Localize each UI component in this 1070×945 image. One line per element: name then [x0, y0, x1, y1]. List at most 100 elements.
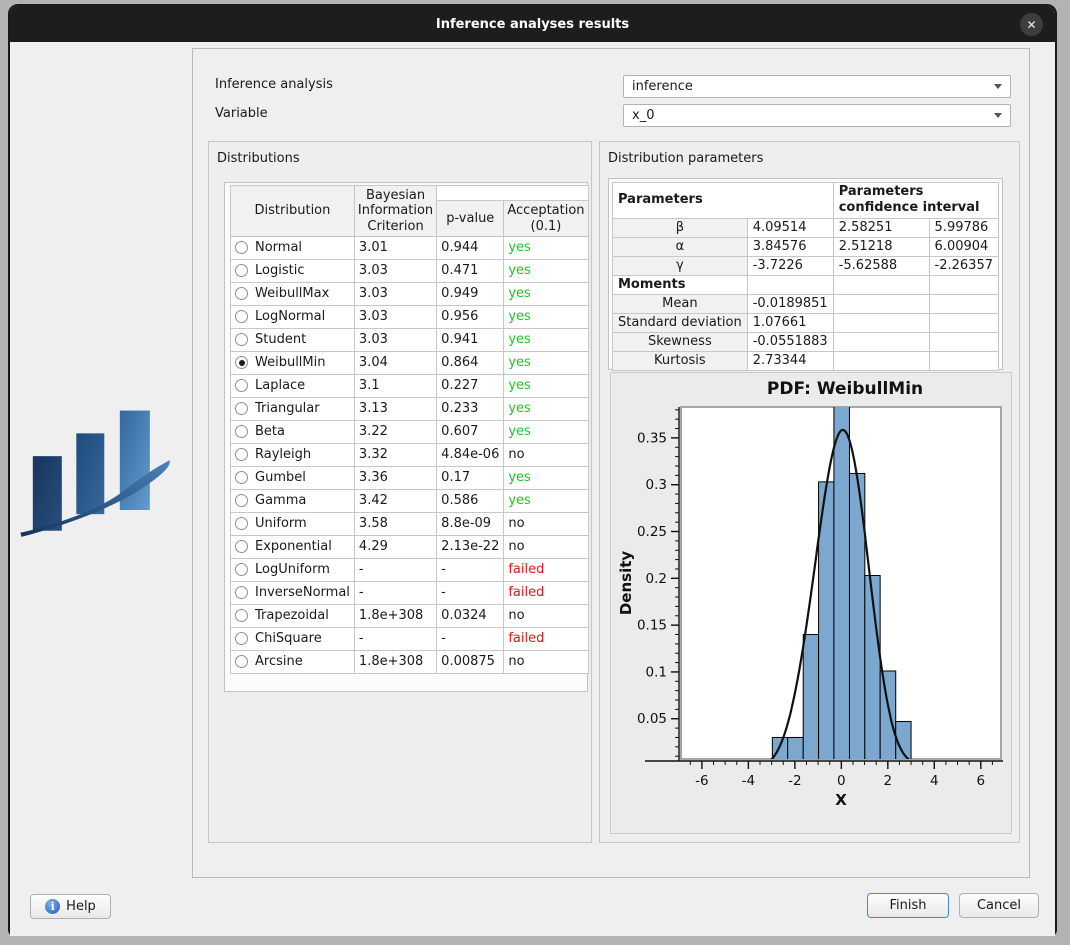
dialog-body: Inference analysis inference Variable x_…	[10, 42, 1055, 936]
distribution-name: Gumbel	[255, 470, 306, 485]
bic-value: 3.03	[354, 305, 436, 328]
distribution-name: LogUniform	[255, 562, 330, 577]
parameter-cell	[929, 313, 998, 332]
col-header-distribution: Distribution	[231, 186, 355, 237]
radio-button[interactable]	[235, 655, 248, 668]
pdf-plot-frame: PDF: WeibullMin 0.050.10.150.20.250.30.3…	[610, 372, 1012, 834]
parameter-row: Moments	[613, 275, 999, 294]
bic-value: 3.01	[354, 236, 436, 259]
pvalue-value: -	[437, 558, 504, 581]
acceptation-status: yes	[504, 259, 588, 282]
parameter-cell: 2.58251	[833, 218, 929, 237]
distribution-row[interactable]: LogUniform--failed	[231, 558, 589, 581]
svg-text:-4: -4	[742, 773, 755, 789]
parameter-cell	[833, 313, 929, 332]
parameter-cell: 2.73344	[747, 351, 833, 370]
distribution-row[interactable]: Arcsine1.8e+3080.00875no	[231, 650, 589, 673]
radio-button[interactable]	[235, 494, 248, 507]
acceptation-status: failed	[504, 627, 588, 650]
radio-button[interactable]	[235, 425, 248, 438]
titlebar[interactable]: Inference analyses results ✕	[10, 6, 1055, 42]
distribution-row[interactable]: Gamma3.420.586yes	[231, 489, 589, 512]
col-header-pvalue: p-value	[437, 201, 504, 237]
distribution-row[interactable]: Student3.030.941yes	[231, 328, 589, 351]
parameter-cell: 4.09514	[747, 218, 833, 237]
svg-text:X: X	[835, 791, 847, 809]
pvalue-value: 4.84e-06	[437, 443, 504, 466]
radio-button[interactable]	[235, 402, 248, 415]
distribution-row[interactable]: Trapezoidal1.8e+3080.0324no	[231, 604, 589, 627]
distribution-name: Beta	[255, 424, 285, 439]
acceptation-status: yes	[504, 374, 588, 397]
radio-button[interactable]	[235, 287, 248, 300]
radio-button[interactable]	[235, 471, 248, 484]
svg-text:2: 2	[884, 773, 893, 789]
acceptation-status: yes	[504, 305, 588, 328]
radio-button[interactable]	[235, 448, 248, 461]
parameters-table-frame: Parameters Parameters confidence interva…	[608, 178, 1003, 370]
close-button[interactable]: ✕	[1020, 13, 1043, 36]
bic-value: 3.13	[354, 397, 436, 420]
variable-select[interactable]: x_0	[623, 104, 1011, 127]
distribution-row[interactable]: Normal3.010.944yes	[231, 236, 589, 259]
radio-button[interactable]	[235, 586, 248, 599]
distribution-row[interactable]: Beta3.220.607yes	[231, 420, 589, 443]
distribution-row[interactable]: Triangular3.130.233yes	[231, 397, 589, 420]
parameter-row: Skewness-0.0551883	[613, 332, 999, 351]
parameter-cell: Moments	[613, 275, 748, 294]
bic-value: 3.03	[354, 328, 436, 351]
inference-analysis-select[interactable]: inference	[623, 75, 1011, 98]
radio-button[interactable]	[235, 563, 248, 576]
bic-value: 3.42	[354, 489, 436, 512]
distribution-row[interactable]: Exponential4.292.13e-22no	[231, 535, 589, 558]
cancel-button[interactable]: Cancel	[959, 893, 1039, 918]
help-button[interactable]: i Help	[30, 894, 111, 919]
parameter-cell	[833, 351, 929, 370]
distribution-row[interactable]: Gumbel3.360.17yes	[231, 466, 589, 489]
radio-button[interactable]	[235, 540, 248, 553]
pvalue-value: 2.13e-22	[437, 535, 504, 558]
distribution-row[interactable]: LogNormal3.030.956yes	[231, 305, 589, 328]
distribution-row[interactable]: WeibullMax3.030.949yes	[231, 282, 589, 305]
parameter-cell	[929, 332, 998, 351]
close-icon: ✕	[1026, 19, 1036, 31]
radio-button[interactable]	[235, 517, 248, 530]
distribution-row[interactable]: Rayleigh3.324.84e-06no	[231, 443, 589, 466]
bic-value: 1.8e+308	[354, 650, 436, 673]
parameter-row: β4.095142.582515.99786	[613, 218, 999, 237]
cancel-button-label: Cancel	[977, 898, 1021, 913]
acceptation-status: yes	[504, 328, 588, 351]
radio-button[interactable]	[235, 310, 248, 323]
radio-button[interactable]	[235, 333, 248, 346]
distribution-row[interactable]: Uniform3.588.8e-09no	[231, 512, 589, 535]
svg-text:0.35: 0.35	[637, 430, 667, 446]
plot-title: PDF: WeibullMin	[611, 379, 1011, 399]
radio-button[interactable]	[235, 264, 248, 277]
distributions-table-frame: Distribution Bayesian Information Criter…	[224, 182, 588, 692]
pdf-chart: 0.050.10.150.20.250.30.35-6-4-20246Densi…	[611, 399, 1013, 823]
distribution-name: Trapezoidal	[255, 608, 329, 623]
distribution-row[interactable]: Laplace3.10.227yes	[231, 374, 589, 397]
bic-value: 3.03	[354, 282, 436, 305]
svg-text:-2: -2	[788, 773, 801, 789]
finish-button[interactable]: Finish	[867, 893, 949, 918]
parameter-cell: -0.0189851	[747, 294, 833, 313]
distributions-table[interactable]: Distribution Bayesian Information Criter…	[230, 185, 589, 674]
parameter-cell: -3.7226	[747, 256, 833, 275]
chevron-down-icon	[994, 113, 1002, 118]
distribution-parameters-group: Distribution parameters Parameters Param…	[599, 141, 1020, 843]
radio-button[interactable]	[235, 609, 248, 622]
radio-button[interactable]	[235, 241, 248, 254]
radio-button[interactable]	[235, 632, 248, 645]
parameter-cell: 2.51218	[833, 237, 929, 256]
pvalue-value: 0.944	[437, 236, 504, 259]
distribution-row[interactable]: Logistic3.030.471yes	[231, 259, 589, 282]
acceptation-status: no	[504, 650, 588, 673]
radio-button[interactable]	[235, 356, 248, 369]
parameter-cell	[929, 275, 998, 294]
distribution-row[interactable]: InverseNormal--failed	[231, 581, 589, 604]
distribution-row[interactable]: ChiSquare--failed	[231, 627, 589, 650]
radio-button[interactable]	[235, 379, 248, 392]
distribution-row[interactable]: WeibullMin3.040.864yes	[231, 351, 589, 374]
parameter-cell	[929, 294, 998, 313]
